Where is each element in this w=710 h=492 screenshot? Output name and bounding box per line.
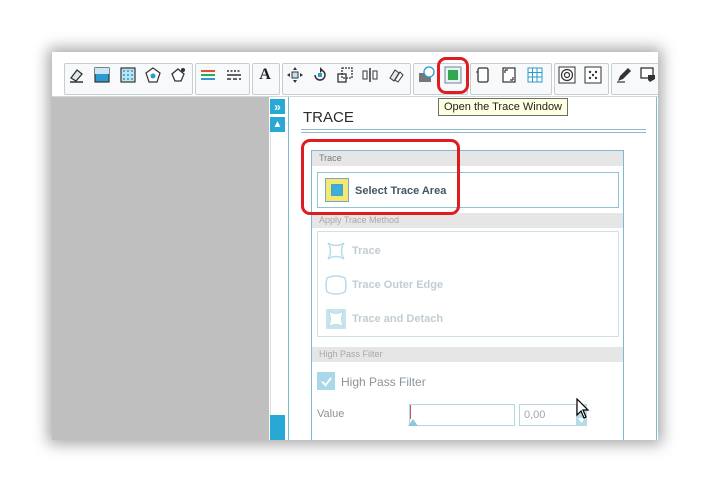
- text-icon[interactable]: A: [255, 65, 275, 85]
- offset-icon[interactable]: [168, 65, 188, 85]
- trace-button-highlight: [437, 57, 469, 94]
- trace-detach-icon: [326, 309, 346, 329]
- line-style-icon[interactable]: [224, 65, 244, 85]
- method-label: Trace Outer Edge: [352, 279, 444, 291]
- slider-marker: [410, 405, 411, 419]
- panel-border: [656, 97, 657, 440]
- dots-icon[interactable]: [583, 65, 603, 85]
- canvas-area[interactable]: [52, 97, 269, 440]
- trace-method-list: Trace Trace Outer Edge Trace and Detach: [317, 231, 619, 337]
- title-divider: [301, 129, 646, 130]
- modify-icon[interactable]: [416, 65, 436, 85]
- select-trace-area-highlight: [301, 139, 460, 215]
- trace-outline-icon: [327, 242, 345, 260]
- rotate-icon[interactable]: [310, 65, 330, 85]
- scroll-track[interactable]: [270, 133, 286, 415]
- replicate-icon[interactable]: [386, 65, 406, 85]
- method-label: Trace and Detach: [352, 313, 444, 325]
- trace-method-detach[interactable]: Trace and Detach: [323, 306, 613, 332]
- offset-rings-icon[interactable]: [557, 65, 577, 85]
- fill-icon[interactable]: [92, 65, 112, 85]
- trace-method-outer-edge[interactable]: Trace Outer Edge: [323, 272, 613, 298]
- value-slider[interactable]: [408, 404, 515, 426]
- scroll-up-button[interactable]: ▲: [270, 117, 285, 132]
- registration-icon[interactable]: [499, 65, 519, 85]
- page-icon[interactable]: [473, 65, 493, 85]
- high-pass-filter-checkbox[interactable]: [317, 372, 335, 390]
- trace-method-trace[interactable]: Trace: [323, 238, 613, 264]
- app-window: A » ▲ TRACE Trace Select Trace Area Appl…: [52, 52, 658, 440]
- value-input[interactable]: 0,00: [519, 404, 577, 426]
- high-pass-filter-label: High Pass Filter: [341, 375, 426, 389]
- line-color-icon[interactable]: [198, 65, 218, 85]
- arrow-up-icon: ▲: [272, 118, 283, 130]
- scroll-thumb[interactable]: [270, 415, 285, 440]
- checkmark-icon: [320, 376, 332, 387]
- tooltip: Open the Trace Window: [438, 98, 569, 116]
- eraser-icon[interactable]: [67, 65, 87, 85]
- transform-icon[interactable]: [285, 65, 305, 85]
- scale-icon[interactable]: [335, 65, 355, 85]
- grid-icon[interactable]: [525, 65, 545, 85]
- shape-fill-icon[interactable]: [143, 65, 163, 85]
- trace-outer-edge-icon: [325, 275, 347, 295]
- slider-handle[interactable]: [408, 419, 418, 426]
- panel-title: TRACE: [303, 109, 354, 126]
- toolbar: A: [52, 60, 658, 97]
- mouse-cursor-icon: [576, 398, 590, 419]
- panel-toggle-strip: » ▲: [269, 97, 286, 440]
- method-label: Trace: [352, 245, 381, 257]
- send-icon[interactable]: [638, 65, 658, 85]
- sketch-icon[interactable]: [614, 65, 634, 85]
- expand-panel-button[interactable]: »: [270, 99, 285, 114]
- title-divider: [301, 132, 646, 133]
- double-chevron-right-icon: »: [274, 99, 281, 114]
- section-header-method: Apply Trace Method: [312, 213, 623, 228]
- pattern-fill-icon[interactable]: [118, 65, 138, 85]
- align-icon[interactable]: [360, 65, 380, 85]
- section-header-filter: High Pass Filter: [312, 347, 623, 362]
- value-label: Value: [317, 408, 345, 420]
